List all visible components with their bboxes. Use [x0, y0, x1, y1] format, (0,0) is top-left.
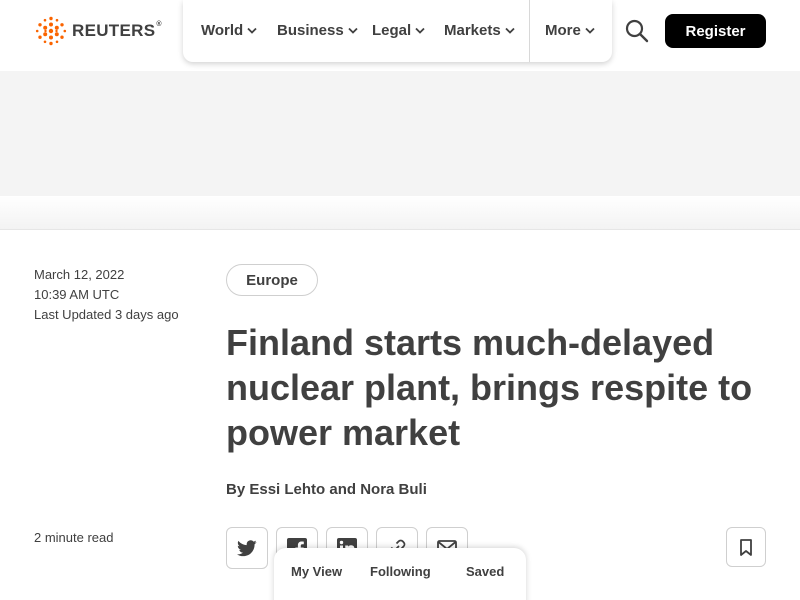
nav-item-label: World: [201, 22, 244, 39]
nav-item-markets[interactable]: Markets: [444, 22, 515, 39]
search-icon: [625, 19, 649, 43]
save-article-button[interactable]: [726, 527, 766, 567]
article-headline: Finland starts much-delayed nuclear plan…: [226, 322, 753, 453]
nav-item-world[interactable]: World: [201, 22, 257, 39]
nav-item-business[interactable]: Business: [277, 22, 358, 39]
nav-item-label: Business: [277, 22, 344, 39]
reuters-logo-mark: [35, 16, 67, 46]
bookmark-icon: [740, 538, 752, 556]
chevron-down-icon: [348, 27, 358, 34]
register-button[interactable]: Register: [665, 14, 766, 48]
nav-item-label: More: [545, 22, 581, 39]
last-updated: Last Updated 3 days ago: [34, 307, 179, 322]
nav-item-legal[interactable]: Legal: [372, 22, 425, 39]
nav-item-more[interactable]: More: [545, 22, 595, 39]
ad-banner-area: [0, 71, 800, 196]
share-twitter-button[interactable]: [226, 527, 268, 569]
read-time: 2 minute read: [34, 530, 114, 545]
nav-item-label: Legal: [372, 22, 412, 39]
chevron-down-icon: [247, 27, 257, 34]
nav-divider: [529, 0, 530, 62]
tab-my-view[interactable]: My View: [291, 564, 342, 579]
logo-wordmark: REUTERS®: [72, 21, 162, 40]
main-nav: World Business Legal Markets More: [183, 0, 612, 62]
section-tag[interactable]: Europe: [226, 264, 318, 296]
chevron-down-icon: [585, 27, 595, 34]
bottom-floating-bar: My View Following Saved: [274, 548, 526, 600]
publish-date: March 12, 2022: [34, 267, 125, 282]
byline: By Essi Lehto and Nora Buli: [226, 481, 427, 498]
reuters-logo[interactable]: REUTERS®: [34, 15, 162, 47]
chevron-down-icon: [505, 27, 515, 34]
nav-item-label: Markets: [444, 22, 501, 39]
ad-band-divider: [0, 196, 800, 230]
search-button[interactable]: [624, 18, 650, 44]
chevron-down-icon: [415, 27, 425, 34]
twitter-icon: [237, 539, 257, 556]
article-meta: March 12, 2022 10:39 AM UTC Last Updated…: [34, 265, 179, 325]
tab-saved[interactable]: Saved: [466, 564, 504, 579]
tab-following[interactable]: Following: [370, 564, 431, 579]
publish-time: 10:39 AM UTC: [34, 287, 120, 302]
site-header: REUTERS® World Business Legal Markets Mo…: [0, 0, 800, 71]
